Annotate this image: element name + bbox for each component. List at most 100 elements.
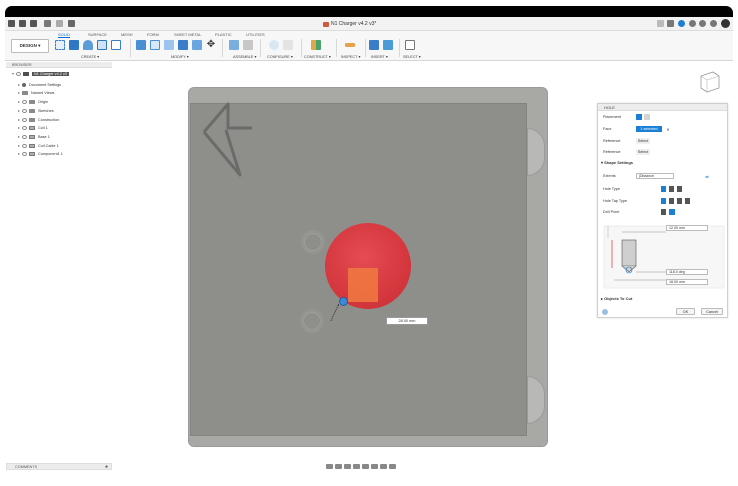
tree-item[interactable]: ▸ Coil Cable 1 [18,142,59,149]
tab-utilities[interactable]: UTILITIES [246,32,265,37]
tab-plastic[interactable]: PLASTIC [215,32,232,37]
look-at-icon[interactable] [335,463,342,469]
assemble-group-label[interactable]: ASSEMBLE ▾ [233,54,256,59]
tree-item[interactable]: ▸ Document Settings [18,81,61,88]
flat-drill-point-icon[interactable] [661,209,666,215]
tab-form[interactable]: FORM [147,32,159,37]
simple-hole-icon[interactable] [661,186,666,192]
create-group-label[interactable]: CREATE ▾ [81,54,99,59]
simple-tap-icon[interactable] [661,198,666,204]
add-comment-icon[interactable]: ● [105,464,108,470]
visibility-eye-icon[interactable] [22,151,27,156]
joint-icon[interactable] [243,40,253,50]
revolve-icon[interactable] [83,40,93,50]
clearance-tap-icon[interactable] [669,198,674,204]
cancel-button[interactable]: Cancel [701,308,723,315]
pan-icon[interactable] [344,463,351,469]
user-avatar[interactable] [721,19,730,28]
create-sketch-icon[interactable] [55,40,65,50]
viewcube-icon[interactable] [697,70,721,94]
insert-group-label[interactable]: INSERT ▾ [371,54,388,59]
inspect-group-label[interactable]: INSPECT ▾ [341,54,360,59]
browser-header[interactable]: BROWSER [6,62,112,68]
insert-derive-icon[interactable] [369,40,379,50]
table-icon[interactable] [283,40,293,50]
placement-single-icon[interactable] [636,114,642,120]
tree-item[interactable]: ▸ Sketches [18,107,54,114]
measure-icon[interactable] [345,43,355,47]
document-tab[interactable]: N1 Charger v4.2 v3* [323,19,376,29]
modify-group-label[interactable]: MODIFY ▾ [171,54,189,59]
new-component-icon[interactable] [229,40,239,50]
visibility-eye-icon[interactable] [22,117,27,122]
grid-menu-icon[interactable] [8,20,15,27]
tapped-icon[interactable] [677,198,682,204]
move-icon[interactable]: ✥ [206,40,216,50]
tree-item[interactable]: ▸ Coil 1 [18,124,48,131]
save-icon[interactable] [30,20,37,27]
flip-direction-icon[interactable]: ⇄ [704,173,710,179]
extents-dropdown[interactable]: |​ Distance [636,173,674,179]
visibility-eye-icon[interactable] [22,125,27,130]
tree-item[interactable]: ▸ Construction [18,116,59,123]
select-icon[interactable] [405,40,415,50]
tab-solid[interactable]: SOLID [58,32,71,38]
combine-icon[interactable] [192,40,202,50]
orbit-icon[interactable] [326,463,333,469]
online-status-icon[interactable] [678,20,685,27]
visibility-eye-icon[interactable] [22,99,27,104]
fit-icon[interactable] [362,463,369,469]
configure-icon[interactable] [269,40,279,50]
info-icon[interactable] [602,309,608,315]
notifications-icon[interactable] [699,20,706,27]
depth-input[interactable]: 18.00 mm [666,279,708,285]
visibility-eye-icon[interactable] [16,71,21,76]
pattern-icon[interactable] [111,40,121,50]
tip-angle-input[interactable]: 118.0 deg [666,269,708,275]
display-settings-icon[interactable] [371,463,378,469]
reference-2-select[interactable]: Select [636,149,650,155]
viewports-icon[interactable] [389,463,396,469]
counterbore-icon[interactable] [669,186,674,192]
close-tab-icon[interactable] [657,20,664,27]
comments-panel[interactable]: COMMENTS ● [6,463,112,470]
help-icon[interactable] [710,20,717,27]
ok-button[interactable]: OK [676,308,695,315]
dimension-input[interactable]: 28.00 mm [386,317,428,325]
objects-to-cut-header[interactable]: ▸ Objects To Cut [601,296,632,301]
visibility-eye-icon[interactable] [22,134,27,139]
tree-item[interactable]: ▸ Named Views [18,89,54,96]
diameter-input[interactable]: 12.00 mm [666,225,708,231]
countersink-icon[interactable] [677,186,682,192]
undo-icon[interactable] [44,20,51,27]
visibility-eye-icon[interactable] [22,108,27,113]
construct-group-label[interactable]: CONSTRUCT ▾ [304,54,331,59]
home-icon[interactable] [68,20,75,27]
tree-root[interactable]: ▾ N1 Charger v4.2 v3 [12,70,69,77]
configure-group-label[interactable]: CONFIGURE ▾ [267,54,293,59]
placement-sketch-icon[interactable] [644,114,650,120]
face-selector[interactable]: 1 selected [636,126,662,132]
fillet-icon[interactable] [150,40,160,50]
grid-settings-icon[interactable] [380,463,387,469]
hole-dialog-header[interactable]: HOLE [598,104,727,111]
visibility-eye-icon[interactable] [22,143,27,148]
zoom-icon[interactable] [353,463,360,469]
shell-icon[interactable] [178,40,188,50]
tab-mesh[interactable]: MESH [121,32,133,37]
tree-item[interactable]: ▸ Base 1 [18,133,50,140]
press-pull-icon[interactable] [136,40,146,50]
clear-selection-icon[interactable]: ✕ [665,126,671,132]
tab-surface[interactable]: SURFACE [88,32,107,37]
tree-item[interactable]: ▸ Origin [18,98,48,105]
file-icon[interactable] [19,20,26,27]
extrude-icon[interactable] [69,40,79,50]
insert-image-icon[interactable] [383,40,393,50]
workspace-switcher[interactable]: DESIGN ▾ [11,39,49,53]
reference-1-select[interactable]: Select [636,138,650,144]
jobs-icon[interactable] [689,20,696,27]
tree-item[interactable]: ▸ Component1 1 [18,150,63,157]
taper-tapped-icon[interactable] [685,198,690,204]
chamfer-icon[interactable] [164,40,174,50]
redo-icon[interactable] [56,20,63,27]
